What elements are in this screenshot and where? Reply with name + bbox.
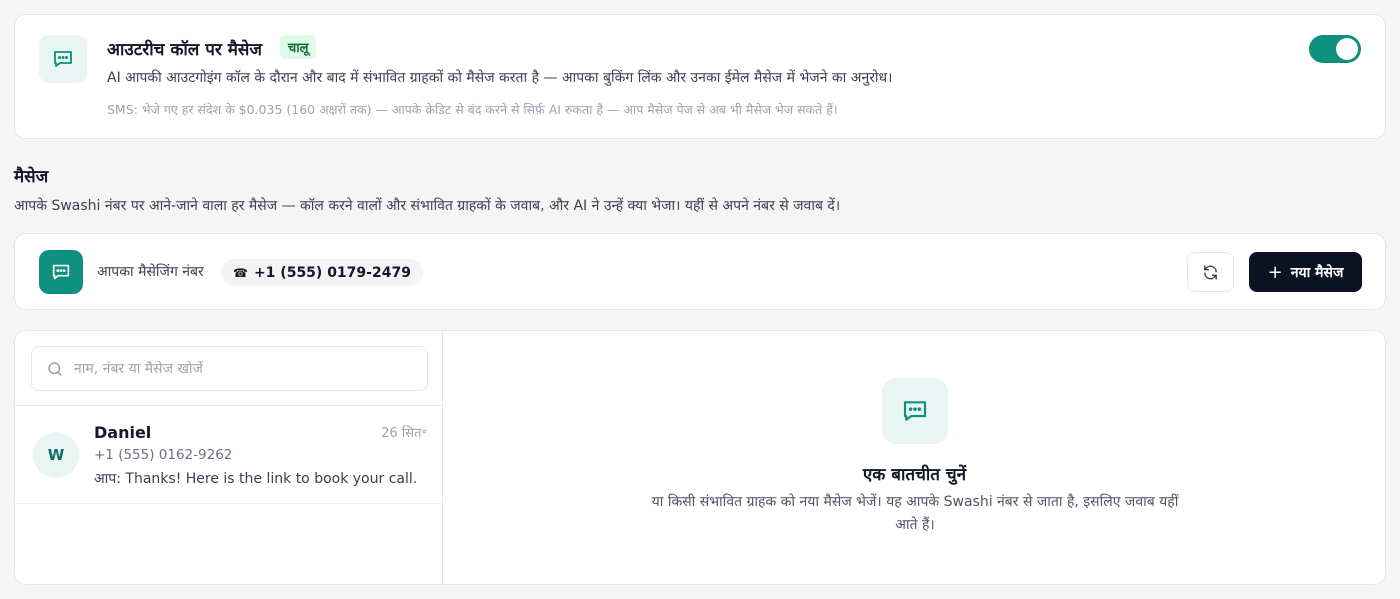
inbox-panel: W Daniel 26 सित॰ +1 (555) 0162-9262 आप: … <box>14 330 1386 585</box>
messaging-number-pill: ☎ +1 (555) 0179-2479 <box>221 259 423 286</box>
chat-bubble-icon <box>52 264 70 280</box>
messages-description: आपके Swashi नंबर पर आने-जाने वाला हर मैस… <box>14 198 841 214</box>
empty-state-title: एक बातचीत चुनें <box>862 465 967 485</box>
empty-state: एक बातचीत चुनें या किसी संभावित ग्राहक क… <box>444 331 1385 584</box>
chat-bubble-icon <box>54 51 72 67</box>
new-message-label: नया मैसेज <box>1290 264 1344 281</box>
list-item[interactable]: W Daniel 26 सित॰ +1 (555) 0162-9262 आप: … <box>15 406 443 504</box>
refresh-icon <box>1204 264 1217 280</box>
outreach-card: आउटरीच कॉल पर मैसेज चालू AI आपकी आउटगोइं… <box>14 14 1386 139</box>
conversation-list: W Daniel 26 सित॰ +1 (555) 0162-9262 आप: … <box>15 331 443 584</box>
toggle-knob <box>1336 38 1358 60</box>
avatar: W <box>33 432 79 478</box>
outreach-title: आउटरीच कॉल पर मैसेज <box>107 40 263 60</box>
empty-state-icon-tile <box>882 378 948 444</box>
message-preview: आप: Thanks! Here is the link to book you… <box>94 471 418 487</box>
outreach-toggle[interactable] <box>1309 35 1361 63</box>
phone-icon: ☎ <box>233 265 248 280</box>
search-input[interactable] <box>74 360 394 377</box>
search-icon <box>48 361 62 376</box>
refresh-button[interactable] <box>1187 252 1234 292</box>
messages-title: मैसेज <box>14 167 49 187</box>
search-box[interactable] <box>31 346 428 391</box>
status-badge: चालू <box>280 35 317 59</box>
conversation-date: 26 सित॰ <box>381 426 427 441</box>
contact-name: Daniel <box>94 423 152 442</box>
messaging-number-bar: आपका मैसेजिंग नंबर ☎ +1 (555) 0179-2479 … <box>14 233 1386 310</box>
messaging-number-label: आपका मैसेजिंग नंबर <box>97 264 204 280</box>
new-message-button[interactable]: + नया मैसेज <box>1249 252 1362 292</box>
plus-icon: + <box>1267 261 1283 283</box>
outreach-description: AI आपकी आउटगोइंग कॉल के दौरान और बाद में… <box>107 70 893 86</box>
messaging-icon-tile <box>39 250 83 294</box>
contact-phone: +1 (555) 0162-9262 <box>94 447 233 463</box>
messaging-number: +1 (555) 0179-2479 <box>253 264 411 281</box>
outreach-icon-tile <box>39 35 87 83</box>
empty-state-description: या किसी संभावित ग्राहक को नया मैसेज भेजे… <box>651 494 1179 533</box>
chat-bubble-icon <box>903 401 927 421</box>
outreach-sms-note: SMS: भेजे गए हर संदेश के $0.035 (160 अक्… <box>107 102 838 117</box>
